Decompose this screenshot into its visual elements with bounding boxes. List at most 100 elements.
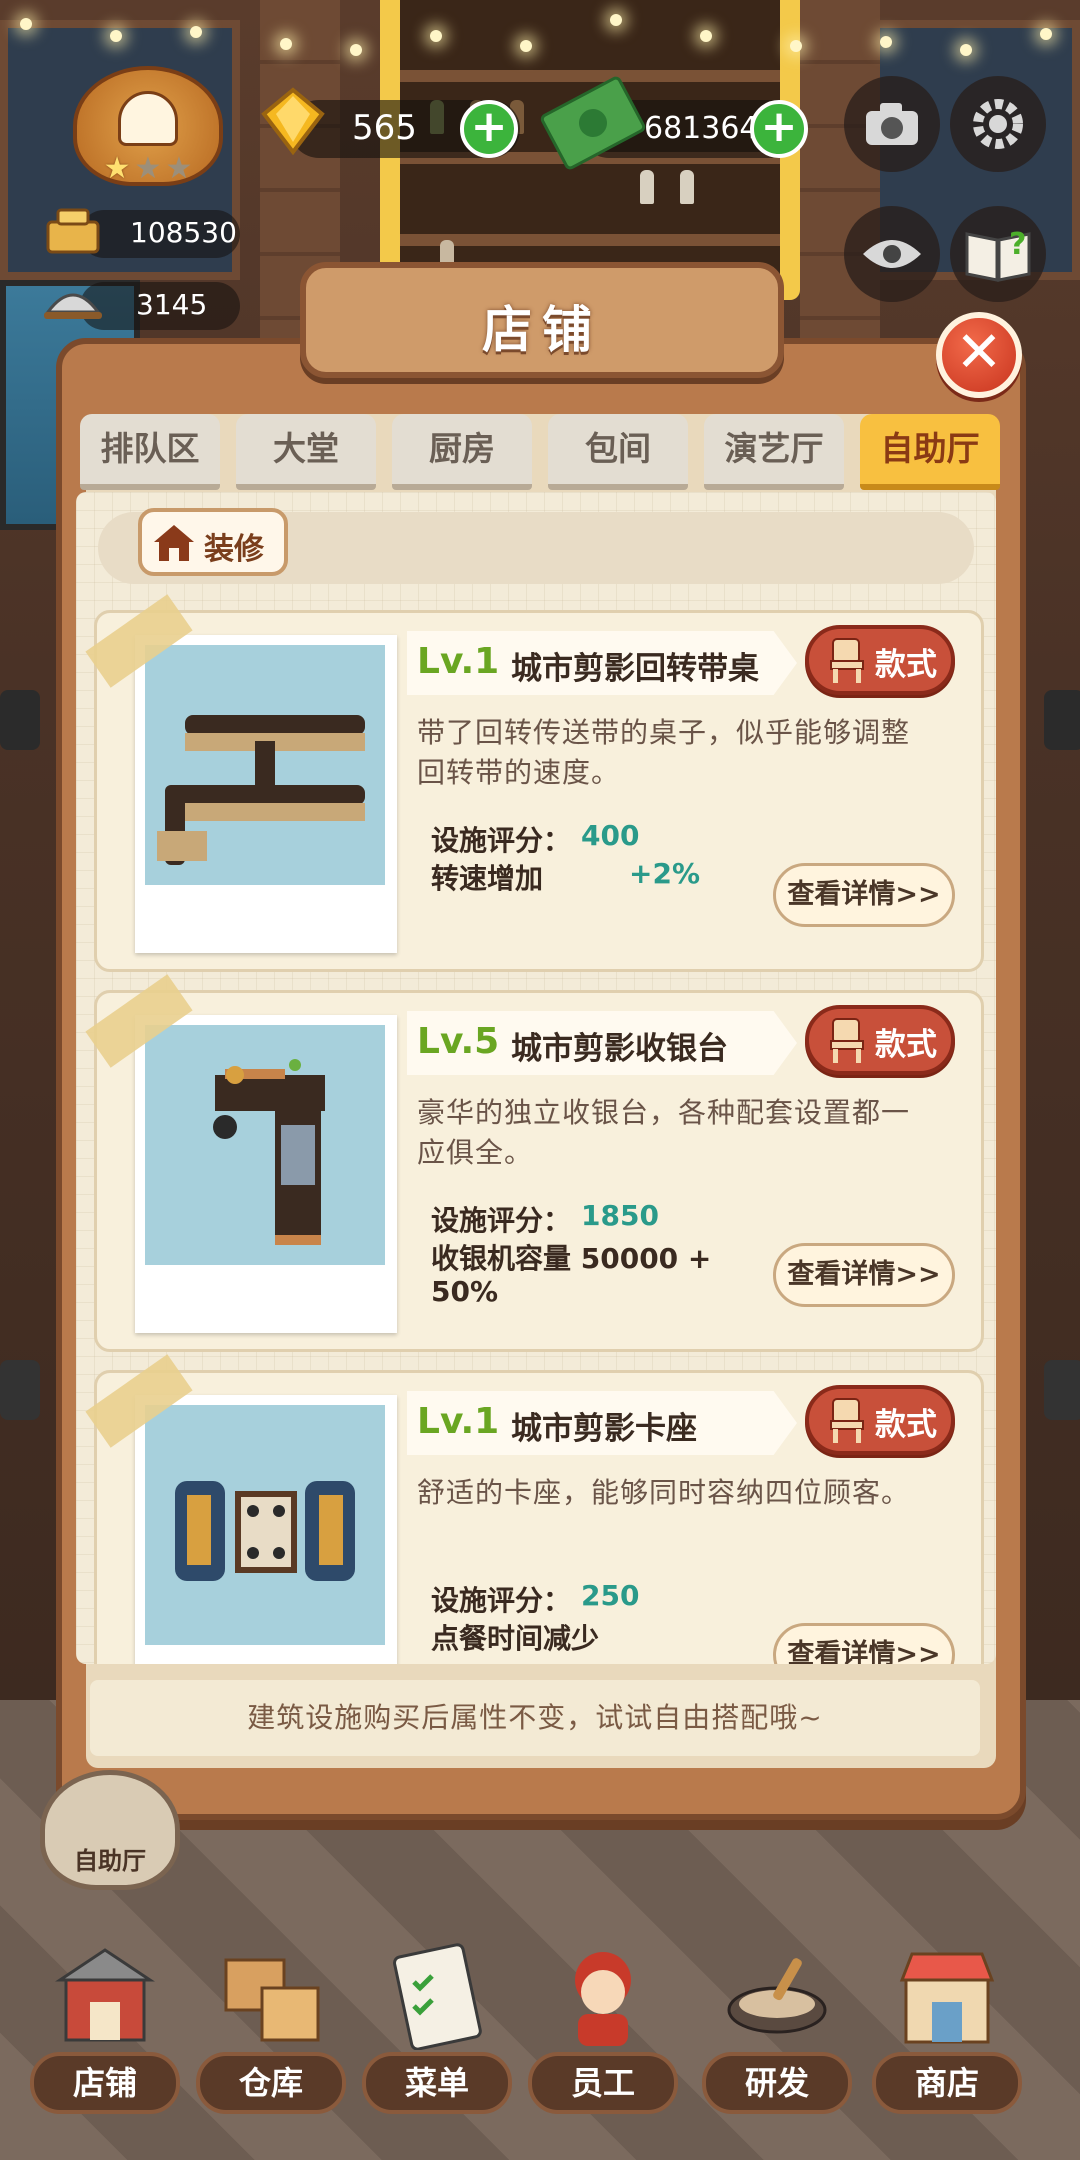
style-button[interactable]: 款式 — [805, 1005, 955, 1075]
rating-value: 250 — [581, 1579, 640, 1612]
style-button[interactable]: 款式 — [805, 1385, 955, 1455]
nav-warehouse[interactable]: 仓库 — [196, 1940, 346, 2140]
help-book-icon: ? — [965, 227, 1031, 282]
zone-label: 自助厅 — [74, 1847, 146, 1875]
panel-title: 店铺 — [482, 301, 602, 359]
gem-amount: 565 — [352, 108, 417, 148]
item-name: 城市剪影收银台 — [511, 1031, 728, 1067]
bottle — [640, 170, 654, 204]
item-photo-frame — [135, 1395, 397, 1664]
research-wok-icon — [727, 1958, 827, 2034]
cashier-counter-icon — [213, 1059, 325, 1245]
item-description: 豪华的独立收银台，各种配套设置都一应俱全。 — [417, 1096, 911, 1169]
item-photo — [145, 645, 385, 885]
effect-value: +2% — [629, 857, 700, 890]
star-icon: ★ — [165, 151, 193, 186]
eye-icon — [863, 240, 921, 268]
effect-label: 点餐时间减少 — [431, 1622, 600, 1655]
item-list[interactable]: 装修 Lv.1 城市剪影回转带桌 款式 带了回转传送带的桌子，似乎能够调整回转带… — [76, 492, 996, 1664]
item-description: 带了回转传送带的桌子，似乎能够调整回转带的速度。 — [417, 716, 911, 789]
item-level: Lv.1 — [417, 1401, 500, 1442]
svg-text:?: ? — [1009, 227, 1026, 262]
item-level: Lv.1 — [417, 641, 500, 682]
rating-label: 设施评分： — [431, 824, 572, 857]
tab-queue-area[interactable]: 排队区 — [80, 414, 220, 490]
decorate-button[interactable]: 装修 — [138, 508, 288, 576]
item-card: Lv.1 城市剪影回转带桌 款式 带了回转传送带的桌子，似乎能够调整回转带的速度… — [85, 594, 984, 972]
camera-icon — [866, 103, 918, 145]
nav-menu-label: 菜单 — [362, 2052, 512, 2114]
item-card: Lv.1 城市剪影卡座 款式 舒适的卡座，能够同时容纳四位顾客。 设施评分： 2… — [85, 1354, 984, 1664]
item-photo-frame — [135, 1015, 397, 1333]
star-icon: ★ — [103, 151, 131, 186]
effect-label-continued: 50% — [431, 1275, 499, 1308]
item-name-plate: Lv.1 城市剪影回转带桌 — [407, 631, 797, 695]
chair-icon — [830, 1398, 864, 1443]
nav-research[interactable]: 研发 — [702, 1940, 852, 2140]
rating-value: 1850 — [581, 1199, 659, 1232]
effect-label: 收银机容量 50000 + — [431, 1242, 712, 1275]
conveyor-table-icon — [157, 715, 365, 865]
bottle — [680, 170, 694, 204]
footer-tip: 建筑设施购买后属性不变，试试自由搭配哦~ — [90, 1680, 980, 1756]
menu-clipboard-icon — [393, 1943, 482, 2050]
style-label: 款式 — [875, 1407, 937, 1443]
view-details-button[interactable]: 查看详情>> — [773, 1623, 955, 1664]
nav-shop-label: 店铺 — [30, 2052, 180, 2114]
tab-lobby[interactable]: 大堂 — [236, 414, 376, 490]
bottom-nav: 店铺 仓库 菜单 员工 研发 商店 — [0, 1940, 1080, 2160]
settings-button[interactable] — [950, 76, 1046, 172]
rating-value: 400 — [581, 819, 640, 852]
view-details-button[interactable]: 查看详情>> — [773, 1243, 955, 1307]
item-description: 舒适的卡座，能够同时容纳四位顾客。 — [417, 1476, 911, 1509]
guide-book-button[interactable]: ? — [950, 206, 1046, 302]
item-photo — [145, 1405, 385, 1645]
camera-button[interactable] — [844, 76, 940, 172]
chair-icon — [830, 638, 864, 683]
nav-shop[interactable]: 店铺 — [30, 1940, 180, 2140]
item-photo-frame — [135, 635, 397, 953]
item-photo — [145, 1025, 385, 1265]
zone-badge[interactable]: 自助厅 — [40, 1770, 180, 1890]
house-icon — [154, 525, 194, 561]
star-icon: ★ — [134, 151, 162, 186]
chef-hat-icon — [118, 91, 178, 146]
tab-buffet-hall[interactable]: 自助厅 — [860, 414, 1000, 490]
rating-label: 设施评分： — [431, 1584, 572, 1617]
item-name-plate: Lv.1 城市剪影卡座 — [407, 1391, 797, 1455]
view-details-button[interactable]: 查看详情>> — [773, 863, 955, 927]
string-lights — [0, 0, 1080, 70]
nav-store[interactable]: 商店 — [872, 1940, 1022, 2140]
item-name-plate: Lv.5 城市剪影收银台 — [407, 1011, 797, 1075]
nav-staff[interactable]: 员工 — [528, 1940, 678, 2140]
tab-performance-hall[interactable]: 演艺厅 — [704, 414, 844, 490]
rank-stars: ★ ★ ★ — [88, 154, 208, 184]
speaker — [1044, 690, 1080, 750]
close-button[interactable]: ✕ — [936, 312, 1022, 398]
serving-cloche-icon — [44, 293, 102, 319]
stat-top-value: 108530 — [130, 216, 237, 249]
style-button[interactable]: 款式 — [805, 625, 955, 695]
warehouse-boxes-icon — [224, 1958, 320, 2042]
stove — [1044, 1360, 1080, 1420]
stat-bottom-value: 3145 — [136, 288, 208, 321]
add-gems-button[interactable]: + — [460, 100, 518, 158]
tab-kitchen[interactable]: 厨房 — [392, 414, 532, 490]
store-icon — [899, 1952, 995, 2044]
effect-label: 转速增加 — [431, 862, 544, 895]
restaurant-rank-badge[interactable]: ★ ★ ★ — [48, 66, 248, 196]
nav-warehouse-label: 仓库 — [196, 2052, 346, 2114]
item-name: 城市剪影回转带桌 — [511, 651, 759, 687]
view-toggle-button[interactable] — [844, 206, 940, 302]
shop-building-icon — [55, 1948, 155, 2042]
style-label: 款式 — [875, 647, 937, 683]
item-card: Lv.5 城市剪影收银台 款式 豪华的独立收银台，各种配套设置都一应俱全。 设施… — [85, 974, 984, 1352]
item-level: Lv.5 — [417, 1021, 500, 1062]
add-cash-button[interactable]: + — [750, 100, 808, 158]
tab-private-room[interactable]: 包间 — [548, 414, 688, 490]
category-tabs: 排队区 大堂 厨房 包间 演艺厅 自助厅 — [80, 414, 1000, 492]
panel-title-plate: 店铺 — [300, 262, 784, 378]
style-label: 款式 — [875, 1027, 937, 1063]
nav-menu[interactable]: 菜单 — [362, 1940, 512, 2140]
cash-register-icon — [46, 208, 100, 254]
